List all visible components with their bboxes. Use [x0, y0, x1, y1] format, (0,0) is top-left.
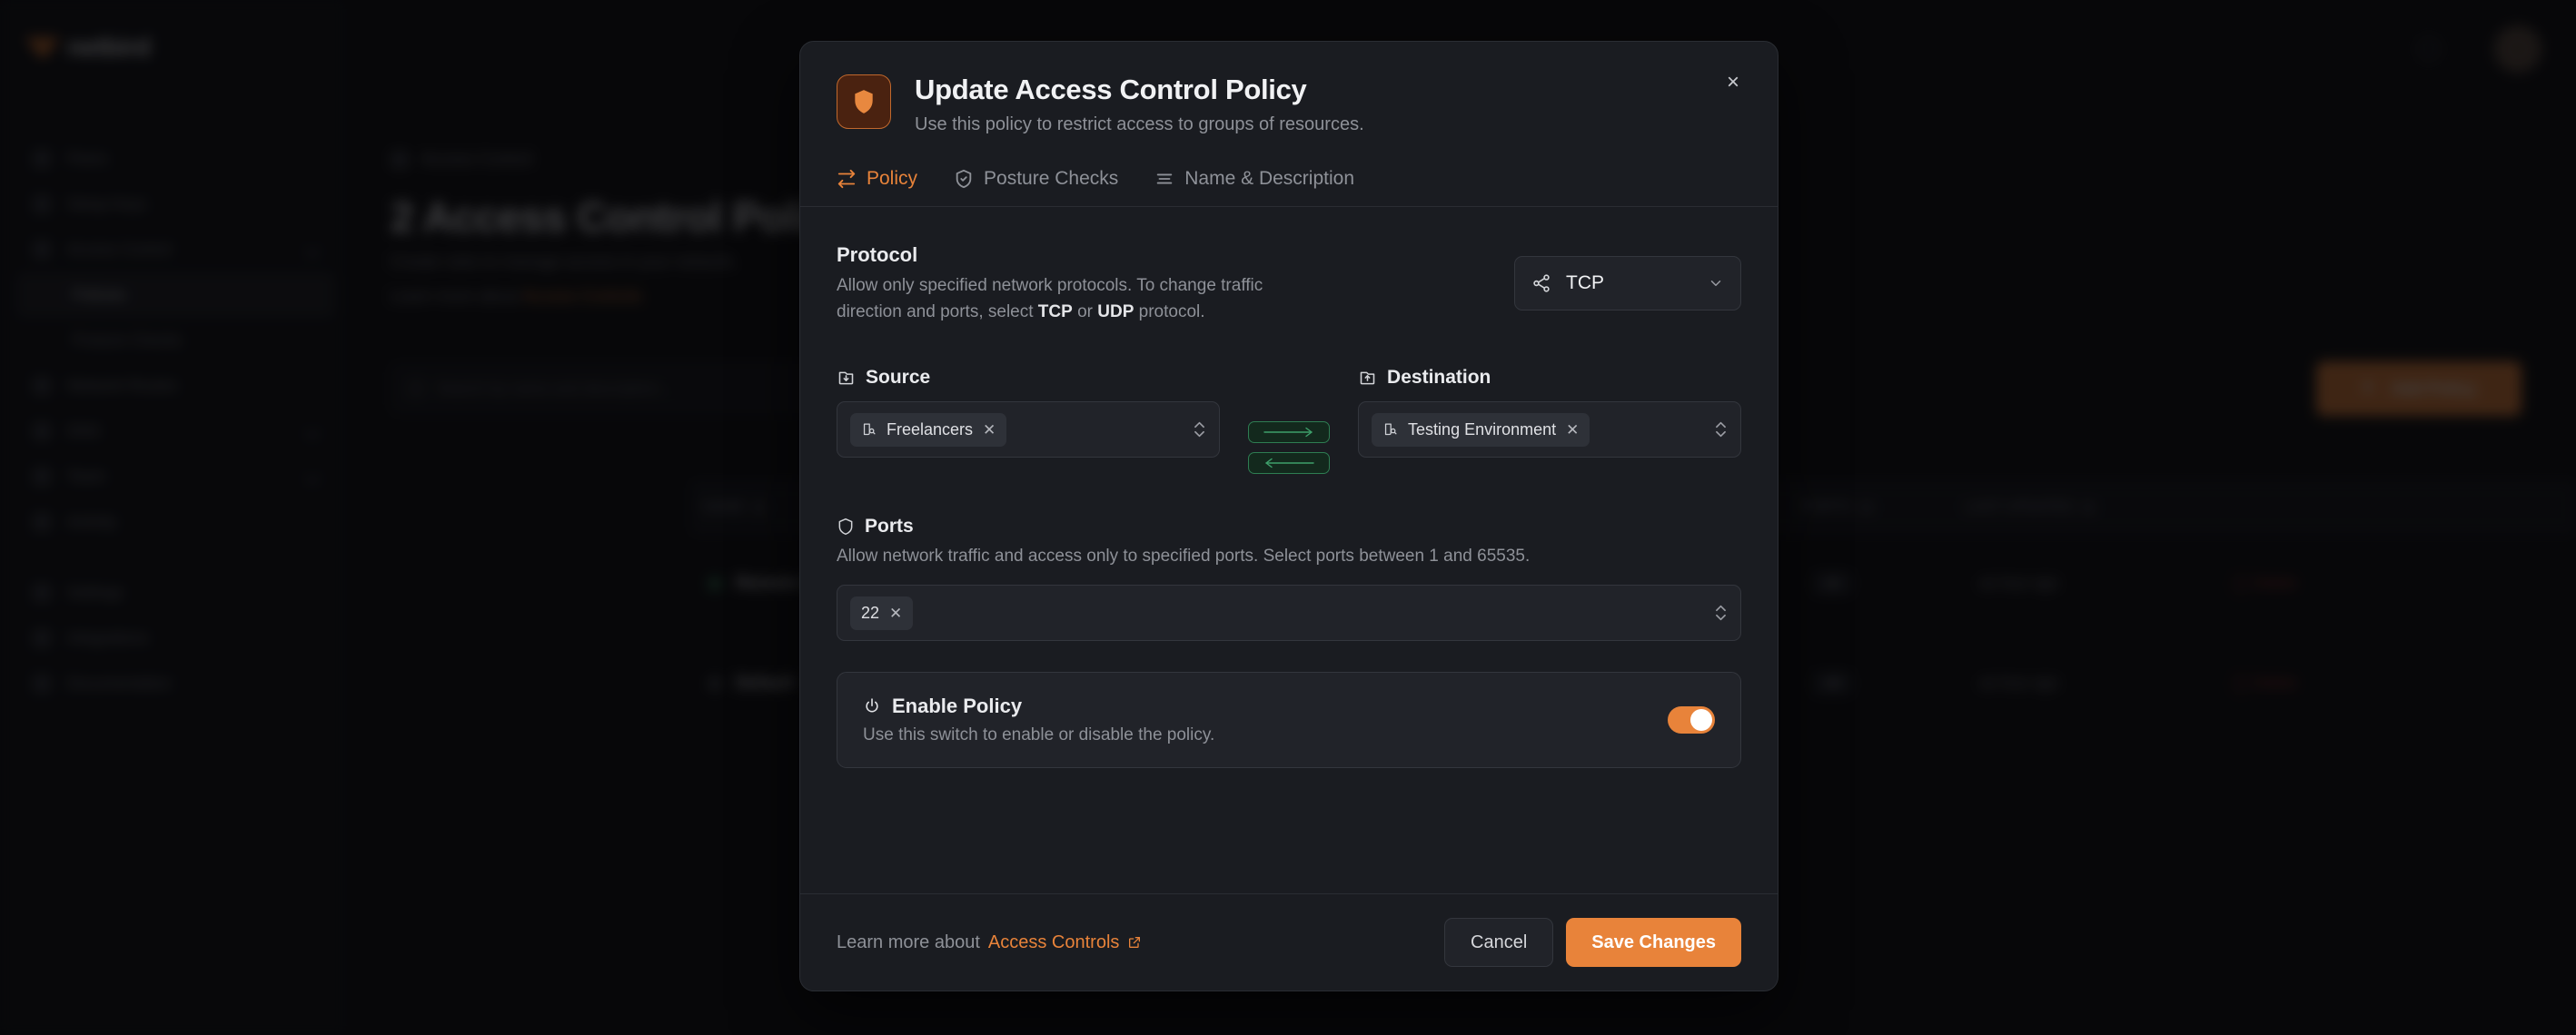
toggle-knob: [1690, 709, 1712, 731]
enable-policy-card: Enable Policy Use this switch to enable …: [837, 672, 1741, 768]
direction-buttons: [1220, 367, 1358, 474]
remove-chip-icon[interactable]: ✕: [889, 606, 902, 621]
tab-policy[interactable]: Policy: [837, 168, 917, 206]
updown-icon[interactable]: [1714, 603, 1728, 623]
update-access-control-policy-dialog: Update Access Control Policy Use this po…: [799, 41, 1778, 991]
protocol-help-mid: or: [1073, 302, 1097, 321]
direction-backward-button[interactable]: [1248, 452, 1330, 474]
direction-forward-button[interactable]: [1248, 421, 1330, 443]
source-destination-section: Source Freelancers ✕: [837, 367, 1741, 474]
shield-outline-icon: [837, 518, 855, 536]
updown-icon[interactable]: [1193, 419, 1206, 439]
footer-learn-more: Learn more about Access Controls: [837, 932, 1142, 953]
power-icon: [863, 697, 881, 715]
enable-policy-help: Use this switch to enable or disable the…: [863, 725, 1214, 745]
footer-buttons: Cancel Save Changes: [1444, 918, 1741, 967]
protocol-label: Protocol: [837, 243, 1263, 267]
ports-label: Ports: [865, 516, 914, 537]
tab-posture-checks[interactable]: Posture Checks: [954, 168, 1118, 206]
shield-icon: [837, 74, 891, 129]
dialog-title: Update Access Control Policy: [915, 74, 1364, 106]
ports-input[interactable]: 22 ✕: [837, 585, 1741, 641]
destination-header: Destination: [1358, 367, 1741, 389]
folder-out-icon: [1358, 369, 1377, 388]
source-chip[interactable]: Freelancers ✕: [850, 413, 1006, 447]
enable-policy-header: Enable Policy: [863, 695, 1214, 718]
chevron-down-icon: [1708, 275, 1724, 291]
cancel-button[interactable]: Cancel: [1444, 918, 1553, 967]
arrows-exchange-icon: [837, 169, 857, 189]
close-icon[interactable]: ×: [1718, 67, 1749, 98]
protocol-help-post: protocol.: [1134, 302, 1204, 321]
arrow-right-icon: [1260, 426, 1318, 439]
dialog-footer: Learn more about Access Controls Cancel …: [800, 893, 1778, 991]
enable-policy-toggle[interactable]: [1668, 706, 1715, 734]
group-icon: [1382, 422, 1398, 438]
tab-label: Policy: [867, 168, 917, 190]
share-nodes-icon: [1531, 273, 1551, 293]
tab-name-and-description[interactable]: Name & Description: [1154, 168, 1354, 206]
dialog-description: Use this policy to restrict access to gr…: [915, 114, 1364, 135]
destination-label: Destination: [1387, 367, 1491, 389]
arrow-left-icon: [1260, 457, 1318, 469]
dialog-tabs: Policy Posture Checks Name & Description: [800, 168, 1778, 206]
protocol-section: Protocol Allow only specified network pr…: [837, 243, 1741, 326]
ports-section: Ports Allow network traffic and access o…: [837, 516, 1741, 641]
source-select[interactable]: Freelancers ✕: [837, 401, 1220, 458]
source-group: Source Freelancers ✕: [837, 367, 1220, 458]
access-controls-link[interactable]: Access Controls: [988, 932, 1120, 953]
port-chip[interactable]: 22 ✕: [850, 596, 913, 630]
protocol-help-udp: UDP: [1097, 302, 1134, 321]
group-icon: [861, 422, 877, 438]
external-link-icon[interactable]: [1127, 935, 1142, 950]
save-changes-button[interactable]: Save Changes: [1566, 918, 1741, 967]
destination-chip[interactable]: Testing Environment ✕: [1372, 413, 1590, 447]
protocol-selected-value: TCP: [1566, 272, 1693, 294]
ports-header: Ports: [837, 516, 1741, 537]
folder-in-icon: [837, 369, 856, 388]
destination-select[interactable]: Testing Environment ✕: [1358, 401, 1741, 458]
shield-check-icon: [954, 169, 974, 189]
source-chip-label: Freelancers: [887, 420, 973, 439]
source-header: Source: [837, 367, 1220, 389]
destination-group: Destination Testing Environment ✕: [1358, 367, 1741, 458]
remove-chip-icon[interactable]: ✕: [1566, 422, 1579, 438]
updown-icon[interactable]: [1714, 419, 1728, 439]
source-label: Source: [866, 367, 930, 389]
lines-icon: [1154, 169, 1174, 189]
destination-chip-label: Testing Environment: [1408, 420, 1556, 439]
tab-label: Name & Description: [1184, 168, 1354, 190]
protocol-help: Allow only specified network protocols. …: [837, 273, 1263, 326]
ports-help: Allow network traffic and access only to…: [837, 544, 1741, 570]
enable-policy-label: Enable Policy: [892, 695, 1022, 718]
tab-label: Posture Checks: [984, 168, 1118, 190]
dialog-header: Update Access Control Policy Use this po…: [800, 42, 1778, 135]
protocol-select[interactable]: TCP: [1514, 256, 1741, 310]
port-chip-label: 22: [861, 604, 879, 623]
footer-learn-prefix: Learn more about: [837, 932, 980, 953]
protocol-help-line1: Allow only specified network protocols. …: [837, 276, 1263, 295]
remove-chip-icon[interactable]: ✕: [983, 422, 996, 438]
protocol-help-line2-pre: direction and ports, select: [837, 302, 1038, 321]
protocol-help-tcp: TCP: [1038, 302, 1073, 321]
dialog-body: Protocol Allow only specified network pr…: [800, 207, 1778, 893]
